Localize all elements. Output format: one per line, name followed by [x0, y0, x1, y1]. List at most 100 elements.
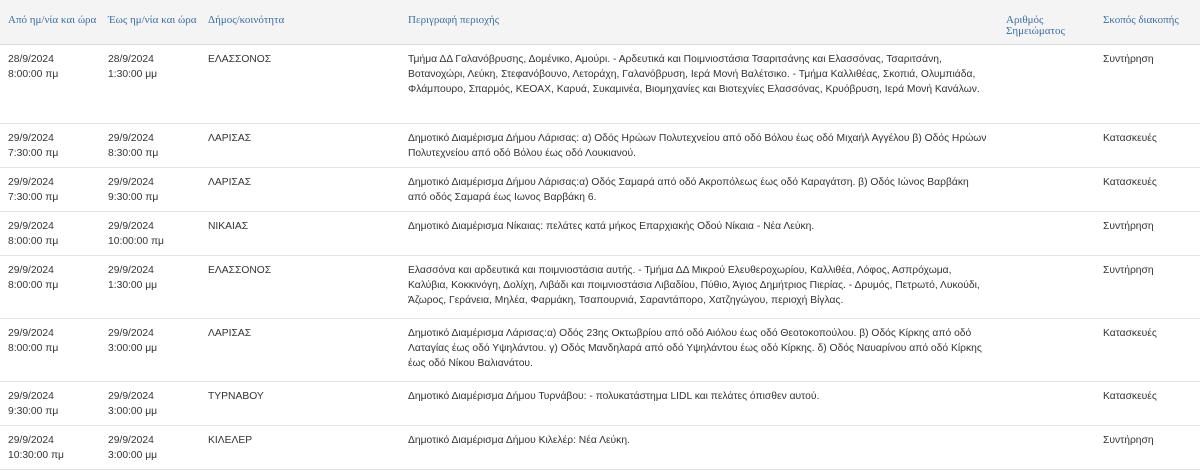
from-date: 29/9/2024	[8, 133, 54, 144]
to-time: 3:00:00 μμ	[108, 450, 158, 461]
to-date: 29/9/2024	[108, 133, 154, 144]
to-datetime-cell: 29/9/2024 1:30:00 μμ	[100, 255, 200, 319]
table-row: 29/9/2024 8:00:00 πμ 29/9/2024 10:00:00 …	[0, 211, 1200, 256]
from-time: 9:30:00 πμ	[8, 406, 59, 417]
municipality-cell: ΛΑΡΙΣΑΣ	[200, 123, 400, 168]
outages-table: Από ημ/νία και ώρα Έως ημ/νία και ώρα Δή…	[0, 0, 1200, 470]
from-date: 29/9/2024	[8, 328, 54, 339]
to-datetime-cell: 29/9/2024 8:30:00 πμ	[100, 123, 200, 168]
table-row: 29/9/2024 8:00:00 πμ 29/9/2024 3:00:00 μ…	[0, 318, 1200, 382]
from-date: 29/9/2024	[8, 391, 54, 402]
description-text: Ελασσόνα και αρδευτικά και ποιμνιοστάσια…	[408, 265, 980, 306]
municipality-cell: ΕΛΑΣΣΟΝΟΣ	[200, 44, 400, 124]
description-text: Τμήμα ΔΔ Γαλανόβρυσης, Δομένικο, Αμούρι.…	[408, 54, 980, 95]
description-cell: Δημοτικό Διαμέρισμα Δήμου Τυρνάβου: - πο…	[400, 381, 998, 426]
table-row: 29/9/2024 8:00:00 πμ 29/9/2024 1:30:00 μ…	[0, 255, 1200, 319]
description-text: Δημοτικό Διαμέρισμα Δήμου Κιλελέρ: Νέα Λ…	[408, 435, 630, 446]
description-text: Δημοτικό Διαμέρισμα Νίκαιας: πελάτες κατ…	[408, 221, 815, 232]
municipality-cell: ΕΛΑΣΣΟΝΟΣ	[200, 255, 400, 319]
to-date: 29/9/2024	[108, 221, 154, 232]
to-datetime-cell: 29/9/2024 3:00:00 μμ	[100, 425, 200, 470]
purpose-cell: Συντήρηση	[1095, 44, 1200, 124]
from-datetime-cell: 29/9/2024 9:30:00 πμ	[0, 381, 100, 426]
purpose-cell: Κατασκευές	[1095, 167, 1200, 212]
mark-number-cell	[998, 318, 1095, 382]
to-date: 29/9/2024	[108, 435, 154, 446]
to-time: 8:30:00 πμ	[108, 148, 159, 159]
description-cell: Δημοτικό Διαμέρισμα Δήμου Λάρισας:α) Οδό…	[400, 167, 998, 212]
from-datetime-cell: 29/9/2024 10:30:00 πμ	[0, 425, 100, 470]
header-description[interactable]: Περιγραφή περιοχής	[400, 0, 998, 45]
description-cell: Δημοτικό Διαμέρισμα Δήμου Λάρισας: α) Οδ…	[400, 123, 998, 168]
municipality-cell: ΛΑΡΙΣΑΣ	[200, 167, 400, 212]
from-datetime-cell: 29/9/2024 8:00:00 πμ	[0, 211, 100, 256]
to-date: 29/9/2024	[108, 391, 154, 402]
header-row: Από ημ/νία και ώρα Έως ημ/νία και ώρα Δή…	[0, 0, 1200, 45]
to-datetime-cell: 29/9/2024 10:00:00 πμ	[100, 211, 200, 256]
mark-number-cell	[998, 123, 1095, 168]
from-datetime-cell: 29/9/2024 7:30:00 πμ	[0, 123, 100, 168]
description-text: Δημοτικό Διαμέρισμα Δήμου Τυρνάβου: - πο…	[408, 391, 820, 402]
purpose-cell: Συντήρηση	[1095, 425, 1200, 470]
purpose-cell: Συντήρηση	[1095, 255, 1200, 319]
from-date: 29/9/2024	[8, 177, 54, 188]
to-time: 10:00:00 πμ	[108, 236, 164, 247]
from-time: 7:30:00 πμ	[8, 148, 59, 159]
from-time: 8:00:00 πμ	[8, 69, 59, 80]
to-date: 29/9/2024	[108, 265, 154, 276]
from-date: 28/9/2024	[8, 54, 54, 65]
to-datetime-cell: 29/9/2024 3:00:00 μμ	[100, 381, 200, 426]
header-mark-number[interactable]: Αριθμός Σημειώματος	[998, 0, 1095, 45]
table-body: 28/9/2024 8:00:00 πμ 28/9/2024 1:30:00 μ…	[0, 44, 1200, 470]
description-cell: Δημοτικό Διαμέρισμα Νίκαιας: πελάτες κατ…	[400, 211, 998, 256]
from-time: 10:30:00 πμ	[8, 450, 64, 461]
from-date: 29/9/2024	[8, 265, 54, 276]
mark-number-cell	[998, 381, 1095, 426]
table-row: 29/9/2024 7:30:00 πμ 29/9/2024 9:30:00 π…	[0, 167, 1200, 212]
municipality-cell: ΛΑΡΙΣΑΣ	[200, 318, 400, 382]
from-date: 29/9/2024	[8, 435, 54, 446]
municipality-cell: ΚΙΛΕΛΕΡ	[200, 425, 400, 470]
description-text: Δημοτικό Διαμέρισμα Δήμου Λάρισας:α) Οδό…	[408, 177, 969, 203]
description-cell: Δημοτικό Διαμέρισμα Λάρισας:α) Οδός 23ης…	[400, 318, 998, 382]
to-time: 9:30:00 πμ	[108, 192, 159, 203]
description-cell: Ελασσόνα και αρδευτικά και ποιμνιοστάσια…	[400, 255, 998, 319]
to-datetime-cell: 29/9/2024 9:30:00 πμ	[100, 167, 200, 212]
to-date: 28/9/2024	[108, 54, 154, 65]
table-header: Από ημ/νία και ώρα Έως ημ/νία και ώρα Δή…	[0, 0, 1200, 45]
header-mark-number-line2: Σημειώματος	[1006, 25, 1065, 37]
to-datetime-cell: 28/9/2024 1:30:00 μμ	[100, 44, 200, 124]
from-time: 8:00:00 πμ	[8, 236, 59, 247]
mark-number-cell	[998, 255, 1095, 319]
table-row: 28/9/2024 8:00:00 πμ 28/9/2024 1:30:00 μ…	[0, 44, 1200, 124]
to-time: 1:30:00 μμ	[108, 280, 158, 291]
mark-number-cell	[998, 44, 1095, 124]
description-cell: Τμήμα ΔΔ Γαλανόβρυσης, Δομένικο, Αμούρι.…	[400, 44, 998, 124]
from-datetime-cell: 29/9/2024 8:00:00 πμ	[0, 318, 100, 382]
description-text: Δημοτικό Διαμέρισμα Λάρισας:α) Οδός 23ης…	[408, 328, 982, 369]
to-datetime-cell: 29/9/2024 3:00:00 μμ	[100, 318, 200, 382]
to-time: 1:30:00 μμ	[108, 69, 158, 80]
to-date: 29/9/2024	[108, 177, 154, 188]
purpose-cell: Κατασκευές	[1095, 381, 1200, 426]
table-row: 29/9/2024 7:30:00 πμ 29/9/2024 8:30:00 π…	[0, 123, 1200, 168]
purpose-cell: Κατασκευές	[1095, 318, 1200, 382]
header-municipality[interactable]: Δήμος/κοινότητα	[200, 0, 400, 45]
mark-number-cell	[998, 211, 1095, 256]
mark-number-cell	[998, 167, 1095, 212]
table-row: 29/9/2024 10:30:00 πμ 29/9/2024 3:00:00 …	[0, 425, 1200, 470]
header-from-datetime[interactable]: Από ημ/νία και ώρα	[0, 0, 100, 45]
from-datetime-cell: 28/9/2024 8:00:00 πμ	[0, 44, 100, 124]
description-cell: Δημοτικό Διαμέρισμα Δήμου Κιλελέρ: Νέα Λ…	[400, 425, 998, 470]
to-date: 29/9/2024	[108, 328, 154, 339]
mark-number-cell	[998, 425, 1095, 470]
from-time: 7:30:00 πμ	[8, 192, 59, 203]
header-to-datetime[interactable]: Έως ημ/νία και ώρα	[100, 0, 200, 45]
header-purpose[interactable]: Σκοπός διακοπής	[1095, 0, 1200, 45]
table-row: 29/9/2024 9:30:00 πμ 29/9/2024 3:00:00 μ…	[0, 381, 1200, 426]
municipality-cell: ΝΙΚΑΙΑΣ	[200, 211, 400, 256]
description-text: Δημοτικό Διαμέρισμα Δήμου Λάρισας: α) Οδ…	[408, 133, 987, 159]
from-date: 29/9/2024	[8, 221, 54, 232]
purpose-cell: Κατασκευές	[1095, 123, 1200, 168]
municipality-cell: ΤΥΡΝΑΒΟΥ	[200, 381, 400, 426]
